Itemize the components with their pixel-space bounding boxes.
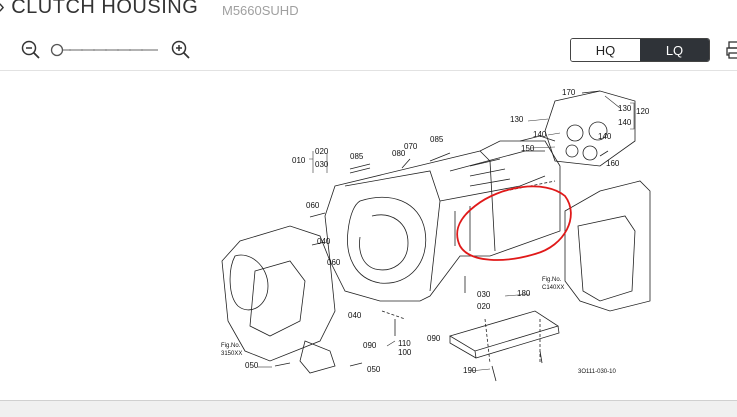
exploded-diagram: 010 020 030 040 040 050 050 060 060 070 … (221, 88, 651, 382)
part-label-050: 050 (245, 361, 259, 370)
print-icon[interactable] (726, 40, 737, 60)
zoom-out-icon[interactable] (21, 40, 41, 60)
part-label-060b: 060 (327, 258, 341, 267)
model-number: M5660SUHD (222, 3, 299, 18)
part-label-140c: 140 (598, 132, 612, 141)
part-labels: 010 020 030 040 040 050 050 060 060 070 … (221, 88, 650, 375)
page-header: › CLUTCH HOUSING M5660SUHD (0, 0, 737, 24)
part-label-010: 010 (292, 156, 306, 165)
zoom-slider-handle (50, 43, 64, 57)
zoom-slider[interactable] (50, 43, 160, 57)
part-label-085: 085 (350, 152, 364, 161)
part-label-140: 140 (618, 118, 632, 127)
part-label-080: 080 (392, 149, 406, 158)
part-label-130b: 130 (510, 115, 524, 124)
part-label-180: 180 (517, 289, 531, 298)
part-label-090: 090 (363, 341, 377, 350)
part-label-085b: 085 (430, 135, 444, 144)
fig-ref-right-2: C140XX (542, 285, 564, 291)
part-label-050b: 050 (367, 365, 381, 374)
page-title-text: CLUTCH HOUSING (11, 0, 199, 18)
lq-button[interactable]: LQ (640, 39, 709, 61)
part-label-090b: 090 (427, 334, 441, 343)
part-label-110: 110 (398, 339, 411, 348)
part-label-060: 060 (306, 201, 320, 210)
part-label-040: 040 (317, 237, 331, 246)
part-label-070: 070 (404, 142, 418, 151)
part-label-130: 130 (618, 104, 632, 113)
hq-button[interactable]: HQ (571, 39, 640, 61)
part-label-170: 170 (562, 88, 576, 97)
zoom-in-icon[interactable] (171, 40, 191, 60)
part-label-100: 100 (398, 348, 412, 357)
fig-ref-right-1: Fig.No. (542, 277, 562, 283)
fig-ref-left-2: 3150XX (221, 351, 242, 357)
part-label-120: 120 (636, 107, 650, 116)
part-label-160: 160 (606, 159, 620, 168)
part-label-140b: 140 (533, 130, 547, 139)
fig-ref-left-1: Fig.No. (221, 343, 241, 349)
part-label-040b: 040 (348, 311, 362, 320)
drawing-code: 3O111-030-10 (578, 369, 616, 375)
diagram-canvas[interactable]: 010 020 030 040 040 050 050 060 060 070 … (0, 70, 737, 401)
part-label-030b: 030 (477, 290, 491, 299)
red-annotation-circle (456, 185, 572, 261)
part-label-020b: 020 (477, 302, 491, 311)
part-label-150: 150 (521, 144, 535, 153)
quality-toggle: HQ LQ (570, 38, 710, 62)
footer-bar (0, 400, 737, 417)
page-title: › CLUTCH HOUSING (0, 0, 198, 19)
back-chevron-icon[interactable]: › (0, 0, 5, 18)
